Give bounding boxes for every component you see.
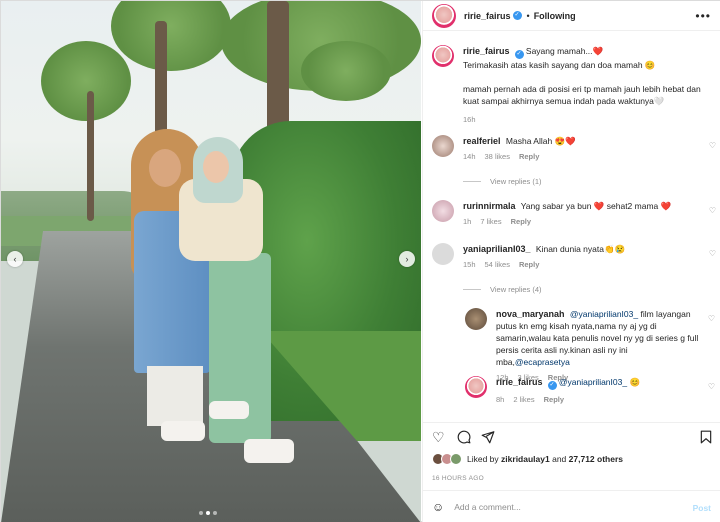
comment-heart-icon[interactable]: ♡ bbox=[709, 249, 716, 258]
post-timestamp: 16 HOURS AGO bbox=[432, 475, 485, 482]
carousel-dot-active bbox=[206, 511, 210, 515]
comment-text: Kinan dunia nyata👏😢 bbox=[535, 244, 626, 254]
likes-text: Liked by zikridaulay1 and 27,712 others bbox=[467, 454, 623, 464]
comment-likes[interactable]: 7 likes bbox=[480, 217, 501, 226]
post-side-panel: ririe_fairus ✓ • Following ••• ririe_fai… bbox=[422, 1, 720, 522]
comment-time: 1h bbox=[463, 217, 472, 226]
avatar[interactable] bbox=[465, 376, 487, 398]
caption-username[interactable]: ririe_fairus bbox=[463, 46, 510, 56]
reply-button[interactable]: Reply bbox=[544, 395, 564, 404]
add-comment-bar: ☺ Post bbox=[423, 490, 720, 522]
comment-icon[interactable] bbox=[457, 430, 471, 446]
comment-text: Yang sabar ya bun ❤️ sehat2 mama ❤️ bbox=[520, 201, 672, 211]
reply-mention[interactable]: @yaniaprilianI03_ bbox=[559, 377, 627, 387]
reply-item: nova_maryanah @yaniaprilianI03_ film lay… bbox=[465, 308, 715, 382]
avatar[interactable] bbox=[432, 45, 454, 67]
likes-summary: Liked by zikridaulay1 and 27,712 others bbox=[432, 453, 623, 465]
comment-heart-icon[interactable]: ♡ bbox=[708, 382, 715, 391]
comment-username[interactable]: realferiel bbox=[463, 136, 501, 146]
post-photo[interactable]: ‹ › bbox=[1, 1, 421, 522]
post-button[interactable]: Post bbox=[693, 503, 711, 513]
photo-mother-pants bbox=[147, 366, 203, 426]
caption-time: 16h bbox=[463, 115, 476, 124]
likes-count[interactable]: 27,712 others bbox=[569, 454, 623, 464]
comment-heart-icon[interactable]: ♡ bbox=[709, 206, 716, 215]
avatar[interactable] bbox=[465, 308, 487, 330]
reply-mention[interactable]: @yaniaprilianI03_ bbox=[570, 309, 638, 319]
comment-text: Masha Allah 😍❤️ bbox=[505, 136, 576, 146]
header-username[interactable]: ririe_fairus bbox=[464, 11, 511, 21]
verified-badge-icon: ✓ bbox=[547, 381, 557, 390]
avatar[interactable] bbox=[432, 3, 456, 28]
photo-sandal bbox=[244, 439, 294, 463]
photo-sandal bbox=[161, 421, 205, 441]
emoji-icon[interactable]: ☺ bbox=[432, 500, 444, 514]
caption-paragraph: mamah pernah ada di posisi eri tp mamah … bbox=[463, 84, 701, 106]
photo-mother-face bbox=[149, 149, 181, 187]
heart-icon[interactable]: ♡ bbox=[432, 430, 445, 444]
comment-item: realferiel Masha Allah 😍❤️ 14h 38 likes … bbox=[432, 135, 716, 161]
carousel-dots bbox=[199, 511, 217, 515]
following-button[interactable]: Following bbox=[534, 11, 576, 21]
comment-heart-icon[interactable]: ♡ bbox=[709, 141, 716, 150]
comments-list[interactable]: ririe_fairus ✓ Sayang mamah...❤️ Terimaka… bbox=[423, 32, 720, 422]
reply-username[interactable]: ririe_fairus bbox=[496, 377, 543, 387]
photo-tree-trunk bbox=[87, 91, 94, 221]
more-icon[interactable]: ••• bbox=[695, 9, 711, 23]
comment-item: rurinnirmala Yang sabar ya bun ❤️ sehat2… bbox=[432, 200, 716, 226]
photo-tree-canopy bbox=[301, 41, 391, 101]
verified-badge-icon: ✓ bbox=[514, 50, 524, 59]
photo-daughter-face bbox=[203, 151, 229, 183]
separator-dot: • bbox=[526, 10, 530, 21]
reply-username[interactable]: nova_maryanah bbox=[496, 309, 565, 319]
avatar[interactable] bbox=[432, 135, 454, 157]
carousel-dot bbox=[199, 511, 203, 515]
share-icon[interactable] bbox=[481, 430, 495, 446]
comment-username[interactable]: rurinnirmala bbox=[463, 201, 516, 211]
verified-badge-icon: ✓ bbox=[512, 11, 522, 20]
caption-line-2: Terimakasih atas kasih sayang dan doa ma… bbox=[463, 60, 656, 70]
photo-sandal bbox=[209, 401, 249, 419]
reply-text: 😊 bbox=[629, 377, 641, 387]
reply-time: 8h bbox=[496, 395, 505, 404]
photo-tree-canopy bbox=[41, 41, 131, 121]
avatar[interactable] bbox=[432, 200, 454, 222]
comment-username[interactable]: yaniaprilianI03_ bbox=[463, 244, 531, 254]
reply-button[interactable]: Reply bbox=[519, 260, 539, 269]
comment-likes[interactable]: 38 likes bbox=[485, 152, 510, 161]
reply-likes[interactable]: 2 likes bbox=[513, 395, 534, 404]
comment-time: 14h bbox=[463, 152, 476, 161]
reply-button[interactable]: Reply bbox=[511, 217, 531, 226]
caption-line-1: Sayang mamah...❤️ bbox=[525, 46, 604, 56]
comment-input[interactable] bbox=[454, 502, 685, 512]
post-header: ririe_fairus ✓ • Following ••• bbox=[423, 1, 720, 31]
chevron-left-icon[interactable]: ‹ bbox=[7, 251, 23, 267]
comment-likes[interactable]: 54 likes bbox=[485, 260, 510, 269]
view-replies-button[interactable]: View replies (4) bbox=[463, 285, 542, 294]
reply-button[interactable]: Reply bbox=[519, 152, 539, 161]
reply-item: ririe_fairus ✓ @yaniaprilianI03_ 😊 8h 2 l… bbox=[465, 376, 715, 404]
caption: ririe_fairus ✓ Sayang mamah...❤️ Terimaka… bbox=[432, 45, 716, 124]
bookmark-icon[interactable] bbox=[700, 430, 712, 446]
liked-by-user[interactable]: zikridaulay1 bbox=[501, 454, 550, 464]
instagram-post-window: ‹ › ririe_fairus ✓ • Following ••• ririe… bbox=[0, 0, 720, 522]
comment-item: yaniaprilianI03_ Kinan dunia nyata👏😢 15h… bbox=[432, 243, 716, 269]
comment-time: 15h bbox=[463, 260, 476, 269]
chevron-right-icon[interactable]: › bbox=[399, 251, 415, 267]
carousel-dot bbox=[213, 511, 217, 515]
view-replies-button[interactable]: View replies (1) bbox=[463, 177, 542, 186]
reply-mention-2[interactable]: @ecaprasetya bbox=[515, 357, 570, 367]
action-bar: ♡ bbox=[423, 422, 720, 452]
comment-heart-icon[interactable]: ♡ bbox=[708, 314, 715, 323]
avatar bbox=[450, 453, 462, 465]
avatar[interactable] bbox=[432, 243, 454, 265]
